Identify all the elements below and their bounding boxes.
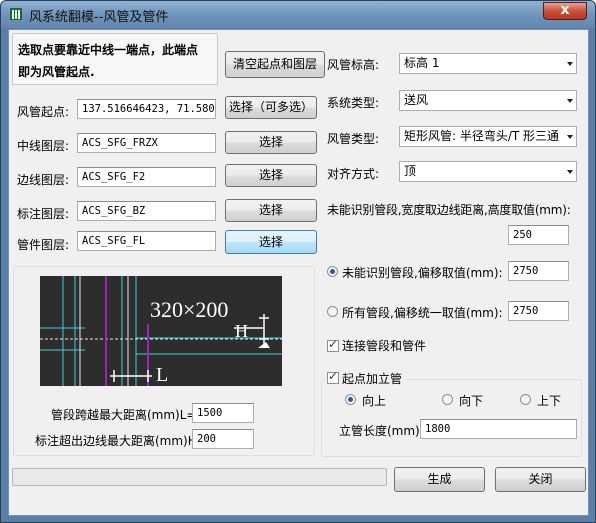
riser-group xyxy=(321,379,582,457)
dialog-window: 风系统翻模--风管及管件 x 选取点要靠近中线一端点，此端点 即为风管起点. 清… xyxy=(0,0,596,523)
app-icon xyxy=(10,8,22,20)
riser-both-label: 上下 xyxy=(537,394,562,408)
offset-unrecognized-field[interactable]: 2750 xyxy=(508,261,569,281)
tag-layer-label: 标注图层: xyxy=(17,207,70,221)
riser-both-radio[interactable] xyxy=(520,394,531,405)
fitting-layer-field[interactable]: ACS_SFG_FL xyxy=(77,231,216,251)
centerline-layer-field[interactable]: ACS_SFG_FRZX xyxy=(77,133,216,153)
centerline-layer-label: 中线图层: xyxy=(17,139,70,153)
window-close-button[interactable]: x xyxy=(543,2,587,20)
title-bar[interactable]: 风系统翻模--风管及管件 x xyxy=(1,1,595,28)
dimension-l-text: L xyxy=(156,364,168,386)
close-icon: x xyxy=(560,2,570,18)
riser-up-radio[interactable] xyxy=(345,394,356,405)
close-button[interactable]: 关闭 xyxy=(495,467,586,492)
riser-label: 起点加立管 xyxy=(342,372,403,386)
max-tag-field[interactable]: 200 xyxy=(192,429,254,449)
system-type-label: 系统类型: xyxy=(327,96,380,110)
elevation-label: 风管标高: xyxy=(327,58,380,72)
chevron-down-icon xyxy=(567,135,573,139)
edge-layer-field[interactable]: ACS_SFG_F2 xyxy=(77,167,216,187)
riser-checkbox[interactable]: ✓ xyxy=(327,369,339,384)
close-label: 关闭 xyxy=(528,472,553,486)
select-multi-button[interactable]: 选择（可多选） xyxy=(225,96,317,119)
checkmark-icon: ✓ xyxy=(328,337,339,351)
offset-unrecognized-radio[interactable] xyxy=(327,266,338,277)
instructions-line2: 即为风管起点. xyxy=(18,65,95,79)
riser-up-label: 向上 xyxy=(362,394,387,408)
max-span-field[interactable]: 1500 xyxy=(192,403,254,423)
select-tag-label: 选择 xyxy=(258,203,283,217)
select-edge-label: 选择 xyxy=(258,168,283,182)
connect-label: 连接管段和管件 xyxy=(342,339,427,353)
offset-all-radio[interactable] xyxy=(327,306,338,317)
dimension-text: 320×200 xyxy=(150,297,228,322)
select-fitting-button[interactable]: 选择 xyxy=(225,230,317,254)
select-multi-label: 选择（可多选） xyxy=(228,100,313,114)
chevron-down-icon xyxy=(567,170,573,174)
offset-unrecognized-label: 未能识别管段,偏移取值(mm): xyxy=(342,266,503,280)
tag-layer-field[interactable]: ACS_SFG_BZ xyxy=(77,201,216,221)
align-select[interactable]: 顶 xyxy=(399,161,577,182)
select-edge-button[interactable]: 选择 xyxy=(225,164,317,187)
dimension-h-text: H xyxy=(235,321,248,341)
elevation-select[interactable]: 标高 1 xyxy=(399,53,577,74)
instructions-line1: 选取点要靠近中线一端点，此端点 xyxy=(18,43,199,57)
edge-layer-label: 边线图层: xyxy=(17,173,70,187)
window-title: 风系统翻模--风管及管件 xyxy=(29,10,169,25)
select-fitting-label: 选择 xyxy=(258,235,283,249)
start-point-label: 风管起点: xyxy=(17,105,70,119)
align-label: 对齐方式: xyxy=(327,167,380,181)
status-bar xyxy=(12,468,387,486)
instructions-box: 选取点要靠近中线一端点，此端点 即为风管起点. xyxy=(12,33,218,85)
chevron-down-icon xyxy=(567,62,573,66)
duct-type-value: 矩形风管: 半径弯头/T 形三通 xyxy=(404,129,560,143)
start-point-field[interactable]: 137.516646423, 71.5801 xyxy=(77,99,216,119)
clear-start-and-layers-button[interactable]: 清空起点和图层 xyxy=(225,51,325,78)
system-type-value: 送风 xyxy=(404,93,429,107)
dialog-client: 选取点要靠近中线一端点，此端点 即为风管起点. 清空起点和图层 风管起点: 13… xyxy=(8,29,589,516)
riser-length-field[interactable]: 1800 xyxy=(420,419,577,439)
select-centerline-button[interactable]: 选择 xyxy=(225,131,317,154)
max-tag-label: 标注超出边线最大距离(mm)H= xyxy=(35,434,207,448)
checkmark-icon: ✓ xyxy=(328,369,339,383)
unrecognized-height-field[interactable]: 250 xyxy=(508,225,569,245)
duct-type-label: 风管类型: xyxy=(327,132,380,146)
riser-down-radio[interactable] xyxy=(442,394,453,405)
clear-button-label: 清空起点和图层 xyxy=(232,57,317,71)
connect-checkbox[interactable]: ✓ xyxy=(327,337,339,352)
max-span-label: 管段跨越最大距离(mm)L= xyxy=(51,408,197,422)
generate-label: 生成 xyxy=(427,472,452,486)
unrecognized-note: 未能识别管段,宽度取边线距离,高度取值(mm): xyxy=(327,203,571,217)
select-tag-button[interactable]: 选择 xyxy=(225,199,317,222)
generate-button[interactable]: 生成 xyxy=(394,467,485,492)
chevron-down-icon xyxy=(567,99,573,103)
fitting-layer-label: 管件图层: xyxy=(17,238,70,252)
elevation-value: 标高 1 xyxy=(404,56,440,70)
duct-type-select[interactable]: 矩形风管: 半径弯头/T 形三通 xyxy=(399,126,577,147)
system-type-select[interactable]: 送风 xyxy=(399,90,577,111)
preview-image: 320×200 L H xyxy=(40,276,282,386)
offset-all-field[interactable]: 2750 xyxy=(508,301,569,321)
select-centerline-label: 选择 xyxy=(258,135,283,149)
offset-all-label: 所有管段,偏移统一取值(mm): xyxy=(342,306,503,320)
align-value: 顶 xyxy=(404,164,417,178)
riser-length-label: 立管长度(mm) xyxy=(339,424,420,438)
riser-down-label: 向下 xyxy=(459,394,484,408)
